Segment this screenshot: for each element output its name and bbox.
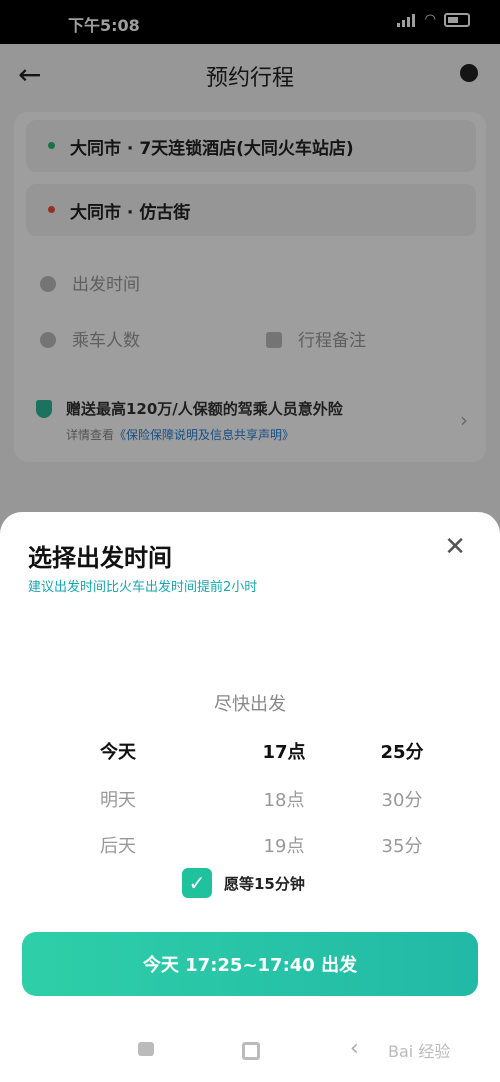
back-key-icon[interactable]: ‹ [350,1036,359,1061]
confirm-depart-button[interactable]: 今天 17:25~17:40 出发 [22,932,478,996]
minute-option[interactable]: 25分 [342,738,462,764]
system-nav-bar: ‹ Bai 经验 [0,1020,500,1082]
sheet-subtitle: 建议出发时间比火车出发时间提前2小时 [28,580,258,595]
menu-key-icon[interactable] [138,1042,154,1056]
day-option[interactable]: 明天 [58,786,178,812]
wait-option[interactable]: ✓ 愿等15分钟 [182,868,305,898]
day-option[interactable]: 后天 [58,832,178,858]
hour-option[interactable]: 17点 [224,738,344,764]
checkbox-checked-icon[interactable]: ✓ [182,868,212,898]
hour-option[interactable]: 18点 [224,786,344,812]
close-icon[interactable]: ✕ [444,532,466,562]
watermark: Bai 经验 [388,1042,451,1061]
depart-time-sheet: 选择出发时间 建议出发时间比火车出发时间提前2小时 ✕ 尽快出发 今天 明天 后… [0,512,500,1020]
day-option[interactable]: 今天 [58,738,178,764]
sheet-title: 选择出发时间 [28,544,172,572]
minute-option[interactable]: 35分 [342,832,462,858]
minute-option[interactable]: 30分 [342,786,462,812]
picker-hint-asap[interactable]: 尽快出发 [190,690,310,716]
home-key-icon[interactable] [242,1042,260,1060]
hour-option[interactable]: 19点 [224,832,344,858]
wait-label: 愿等15分钟 [224,874,305,893]
